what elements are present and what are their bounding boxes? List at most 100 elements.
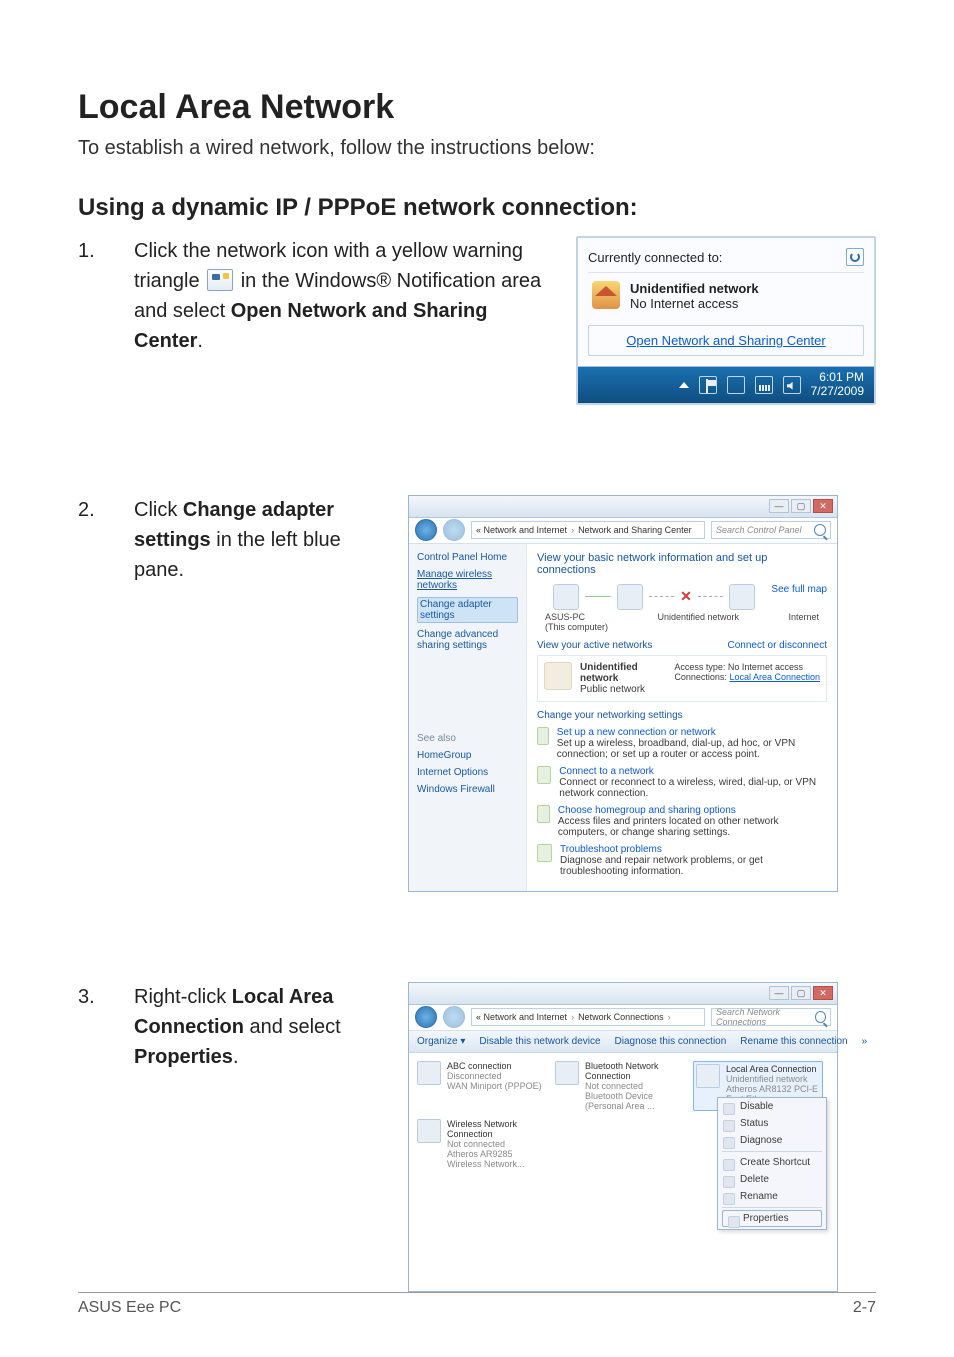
power-icon[interactable] <box>727 376 745 394</box>
organize-menu[interactable]: Organize ▾ <box>417 1036 465 1047</box>
screenshot-network-flyout: Currently connected to: Unidentified net… <box>576 236 876 405</box>
node-label: ASUS-PC <box>545 612 585 622</box>
cmd-overflow[interactable]: » <box>862 1036 868 1047</box>
section-heading: Using a dynamic IP / PPPoE network conne… <box>78 194 876 222</box>
task-link[interactable]: Troubleshoot problems <box>560 844 662 855</box>
see-full-map-link[interactable]: See full map <box>771 584 827 595</box>
connection-item[interactable]: Bluetooth Network ConnectionNot connecte… <box>555 1061 685 1111</box>
connection-icon <box>417 1119 441 1143</box>
footer-left: ASUS Eee PC <box>78 1299 181 1317</box>
task-link[interactable]: Set up a new connection or network <box>557 727 716 738</box>
conn-sub: Not connected <box>447 1139 547 1149</box>
command-bar: Organize ▾ Disable this network device D… <box>409 1031 837 1053</box>
section-label: Change your networking settings <box>537 710 827 721</box>
left-pane-link[interactable]: Manage wireless networks <box>417 569 518 591</box>
network-tray-icon[interactable] <box>755 376 773 394</box>
page-title: Local Area Network <box>78 88 876 127</box>
close-button[interactable]: ✕ <box>813 499 833 513</box>
cmd-diagnose[interactable]: Diagnose this connection <box>615 1036 727 1047</box>
time-text: 6:01 PM <box>811 371 864 385</box>
step-body: Click Change adapter settings in the lef… <box>134 495 378 585</box>
step-3: 3. Right-click Local Area Connection and… <box>78 982 876 1292</box>
left-pane-link-active[interactable]: Change adapter settings <box>417 597 518 623</box>
connection-link[interactable]: Local Area Connection <box>729 672 820 682</box>
context-menu: Disable Status Diagnose Create Shortcut … <box>717 1097 827 1230</box>
right-pane: View your basic network information and … <box>527 544 837 891</box>
connect-disconnect-link[interactable]: Connect or disconnect <box>727 640 827 651</box>
intro-text: To establish a wired network, follow the… <box>78 137 876 160</box>
footer-page-number: 2-7 <box>853 1299 876 1317</box>
clock[interactable]: 6:01 PM 7/27/2009 <box>811 371 864 399</box>
maximize-button[interactable]: ▢ <box>791 986 811 1000</box>
refresh-icon[interactable] <box>846 248 864 266</box>
left-pane-link[interactable]: HomeGroup <box>417 750 518 761</box>
task-link[interactable]: Choose homegroup and sharing options <box>558 805 736 816</box>
step-number: 3. <box>78 982 104 1072</box>
flyout-header: Currently connected to: <box>588 250 722 265</box>
task-desc: Access files and printers located on oth… <box>558 816 827 838</box>
left-pane: Control Panel Home Manage wireless netwo… <box>409 544 527 891</box>
search-icon <box>815 1011 826 1023</box>
node-label: Internet <box>788 612 819 632</box>
step-body: Right-click Local Area Connection and se… <box>134 982 378 1072</box>
task-link[interactable]: Connect to a network <box>559 766 654 777</box>
action-center-icon[interactable] <box>699 376 717 394</box>
left-pane-link[interactable]: Windows Firewall <box>417 784 518 795</box>
minimize-button[interactable]: — <box>769 499 789 513</box>
connection-icon <box>555 1061 579 1085</box>
cmd-disable[interactable]: Disable this network device <box>479 1036 600 1047</box>
internet-icon <box>729 584 755 610</box>
minimize-button[interactable]: — <box>769 986 789 1000</box>
volume-icon[interactable] <box>783 376 801 394</box>
nav-forward-button[interactable] <box>443 519 465 541</box>
connection-icon <box>417 1061 441 1085</box>
cmd-rename[interactable]: Rename this connection <box>740 1036 847 1047</box>
show-hidden-icon[interactable] <box>679 382 689 388</box>
open-sharing-center-link[interactable]: Open Network and Sharing Center <box>588 325 864 356</box>
menu-item-disable[interactable]: Disable <box>718 1098 826 1115</box>
breadcrumb[interactable]: « Network and Internet› Network and Shar… <box>471 521 705 539</box>
menu-item-create-shortcut[interactable]: Create Shortcut <box>718 1154 826 1171</box>
text: . <box>197 330 203 352</box>
maximize-button[interactable]: ▢ <box>791 499 811 513</box>
bold-text: Properties <box>134 1046 233 1068</box>
card-sub: Public network <box>580 684 666 695</box>
nav-back-button[interactable] <box>415 519 437 541</box>
left-pane-link[interactable]: Internet Options <box>417 767 518 778</box>
connection-item[interactable]: ABC connectionDisconnectedWAN Miniport (… <box>417 1061 547 1111</box>
search-icon <box>814 524 826 536</box>
search-placeholder: Search Network Connections <box>716 1007 815 1027</box>
nav-forward-button[interactable] <box>443 1006 465 1028</box>
menu-item-diagnose[interactable]: Diagnose <box>718 1132 826 1149</box>
step-number: 2. <box>78 495 104 585</box>
step-number: 1. <box>78 236 104 356</box>
breadcrumb[interactable]: « Network and Internet› Network Connecti… <box>471 1008 705 1026</box>
label: Access type: <box>674 662 725 672</box>
search-input[interactable]: Search Control Panel <box>711 521 831 539</box>
address-bar-row: « Network and Internet› Network Connecti… <box>409 1005 837 1031</box>
menu-item-rename[interactable]: Rename <box>718 1188 826 1205</box>
menu-item-delete[interactable]: Delete <box>718 1171 826 1188</box>
left-pane-heading[interactable]: Control Panel Home <box>417 552 518 563</box>
active-network-card: Unidentified network Public network Acce… <box>537 655 827 702</box>
nav-back-button[interactable] <box>415 1006 437 1028</box>
crumb-part: « Network and Internet <box>476 1012 567 1022</box>
left-pane-link[interactable]: Change advanced sharing settings <box>417 629 518 651</box>
network-sub: No Internet access <box>630 296 759 311</box>
task-desc: Diagnose and repair network problems, or… <box>560 855 827 877</box>
date-text: 7/27/2009 <box>811 385 864 399</box>
see-also-label: See also <box>417 733 518 744</box>
conn-title: Local Area Connection <box>726 1064 820 1074</box>
window-titlebar: — ▢ ✕ <box>409 496 837 518</box>
task-desc: Set up a wireless, broadband, dial-up, a… <box>557 738 827 760</box>
close-button[interactable]: ✕ <box>813 986 833 1000</box>
menu-item-status[interactable]: Status <box>718 1115 826 1132</box>
crumb-part: « Network and Internet <box>476 525 567 535</box>
screenshot-network-connections: — ▢ ✕ « Network and Internet› Network Co… <box>408 982 838 1292</box>
connection-item[interactable]: Wireless Network ConnectionNot connected… <box>417 1119 547 1169</box>
address-bar-row: « Network and Internet› Network and Shar… <box>409 518 837 544</box>
text: Right-click <box>134 986 232 1008</box>
section-label: View your active networks <box>537 640 652 651</box>
search-input[interactable]: Search Network Connections <box>711 1008 831 1026</box>
menu-item-properties[interactable]: Properties <box>722 1210 822 1227</box>
